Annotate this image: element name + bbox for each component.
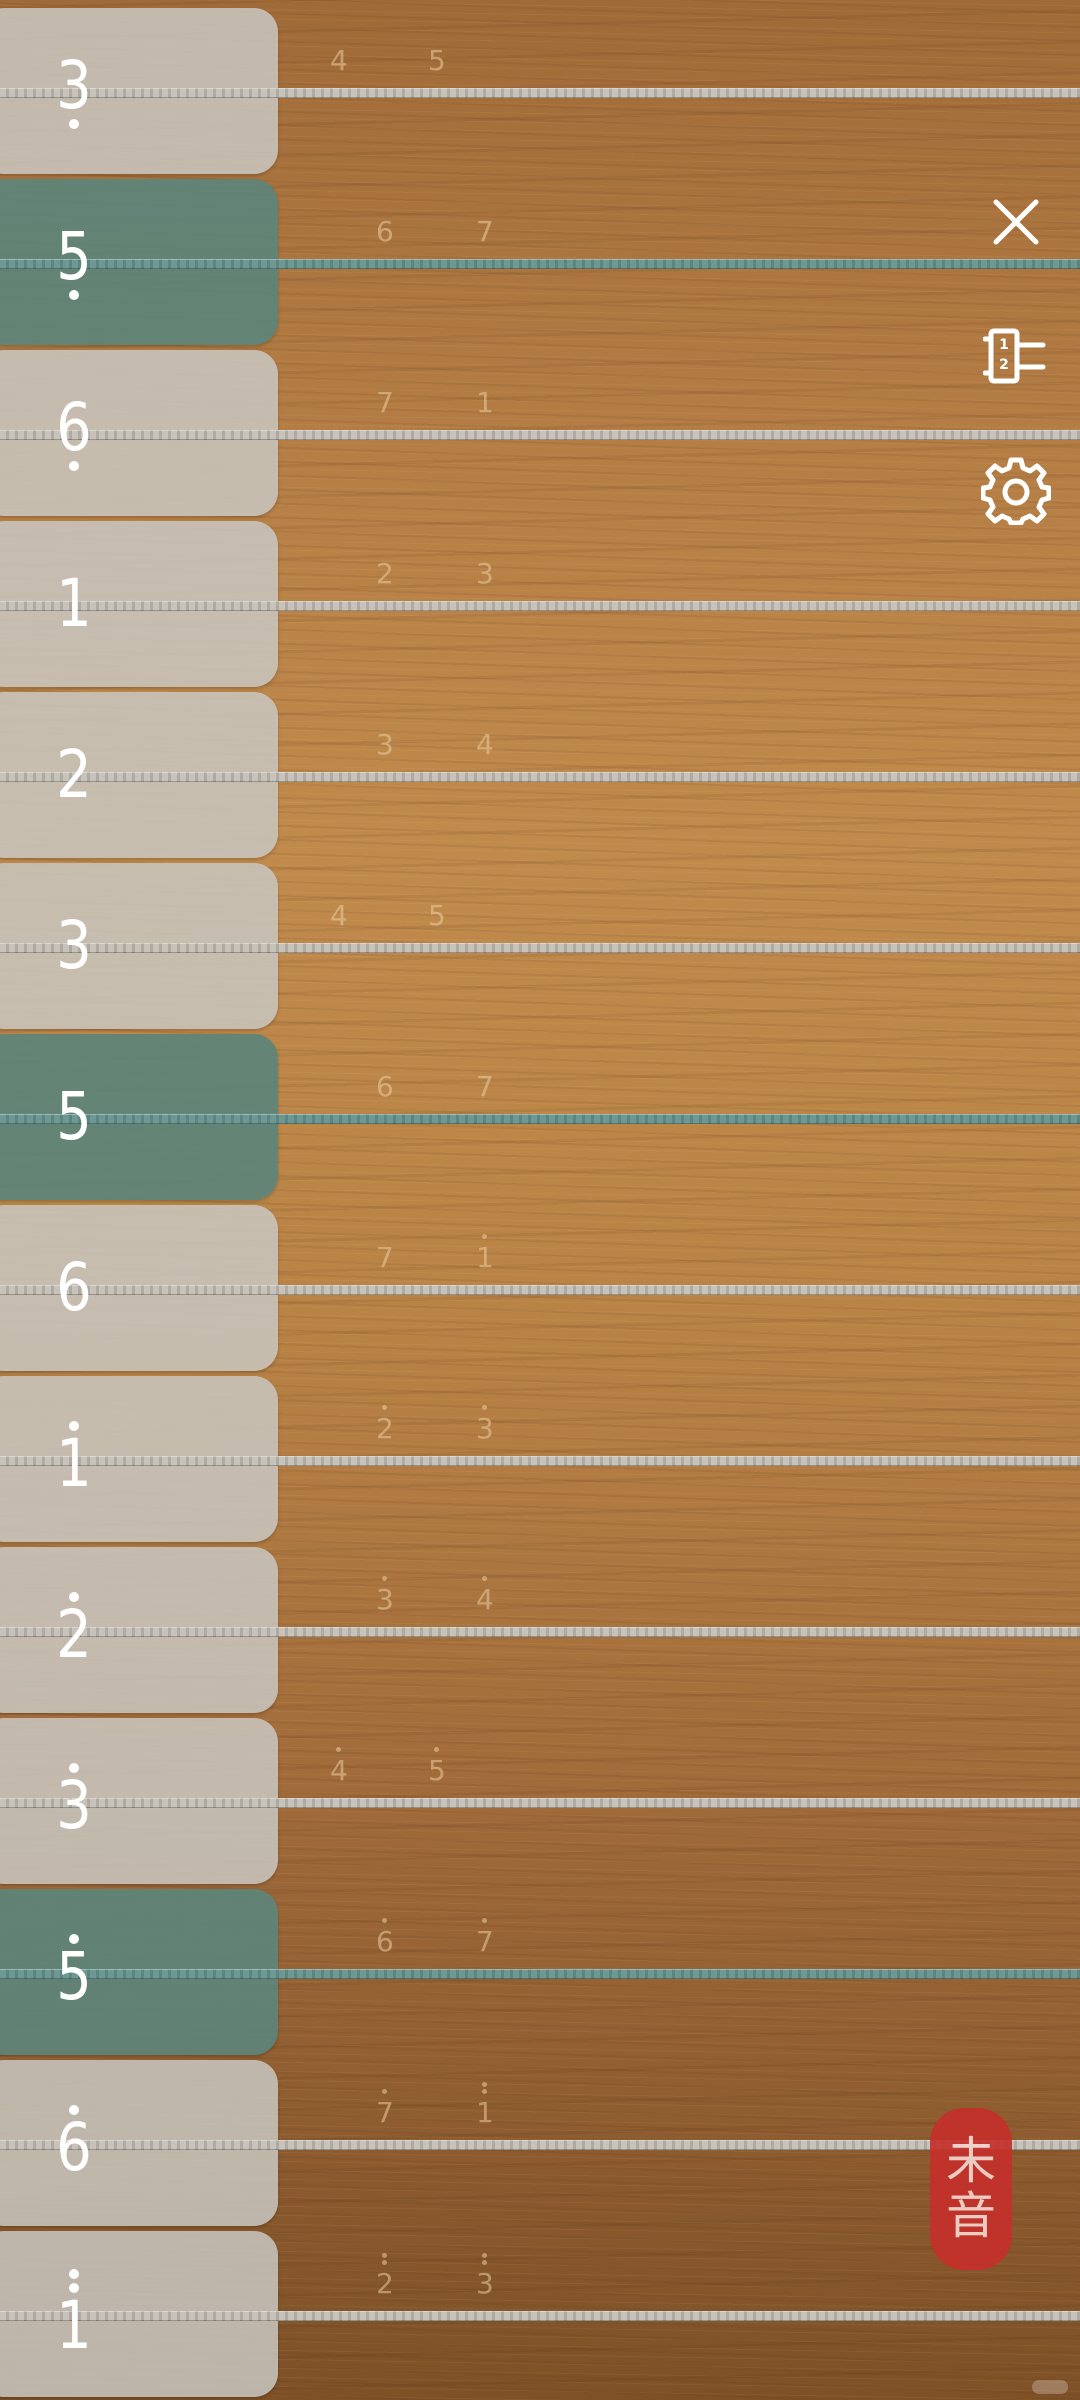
guzheng-string[interactable] bbox=[0, 1798, 1080, 1808]
note-number: 2 bbox=[56, 736, 92, 813]
guzheng-string[interactable] bbox=[0, 1285, 1080, 1295]
close-button[interactable] bbox=[976, 182, 1056, 262]
slide-hint-number: 7 bbox=[376, 2096, 394, 2129]
svg-text:2: 2 bbox=[999, 357, 1009, 373]
slide-hint-number: 7 bbox=[476, 1925, 494, 1958]
slide-hint: 2 bbox=[376, 557, 394, 590]
slide-hint-number: 4 bbox=[330, 1754, 348, 1787]
slide-hint-number: 7 bbox=[476, 1070, 494, 1103]
slide-hint: 6 bbox=[376, 1918, 394, 1958]
note-number: 2 bbox=[56, 1596, 92, 1673]
slide-hint-number: 6 bbox=[376, 1070, 394, 1103]
guzheng-string[interactable] bbox=[0, 772, 1080, 782]
slide-hint: 3 bbox=[476, 2253, 494, 2300]
gear-icon bbox=[981, 457, 1051, 525]
notation-button[interactable]: 1 2 bbox=[976, 316, 1056, 396]
slide-hint-number: 2 bbox=[376, 2267, 394, 2300]
slide-hint-number: 2 bbox=[376, 557, 394, 590]
slide-hint-number: 5 bbox=[428, 899, 446, 932]
slide-hint-number: 1 bbox=[476, 386, 494, 419]
slide-hint: 7 bbox=[376, 2089, 394, 2129]
slide-hint: 7 bbox=[476, 1918, 494, 1958]
guzheng-string[interactable] bbox=[0, 1627, 1080, 1637]
settings-button[interactable] bbox=[976, 450, 1056, 530]
octave-dot bbox=[69, 2269, 79, 2279]
slide-hint-number: 5 bbox=[428, 44, 446, 77]
slide-hint-number: 3 bbox=[376, 1583, 394, 1616]
slide-hint-number: 5 bbox=[428, 1754, 446, 1787]
guzheng-string[interactable] bbox=[0, 2311, 1080, 2321]
note-number: 5 bbox=[56, 1938, 92, 2015]
guzheng-string[interactable] bbox=[0, 88, 1080, 98]
slide-hint: 1 bbox=[476, 2082, 494, 2129]
slide-hint: 3 bbox=[476, 557, 494, 590]
slide-hint: 2 bbox=[376, 1405, 394, 1445]
note-number: 6 bbox=[56, 2109, 92, 2186]
slide-hint: 1 bbox=[476, 1234, 494, 1274]
guzheng-string[interactable] bbox=[0, 1114, 1080, 1124]
slide-hint: 4 bbox=[330, 1747, 348, 1787]
close-icon bbox=[993, 199, 1039, 245]
slide-hint: 5 bbox=[428, 1747, 446, 1787]
note-number: 6 bbox=[56, 1249, 92, 1326]
slide-hint-number: 3 bbox=[476, 2267, 494, 2300]
note-number: 3 bbox=[56, 1767, 92, 1844]
slide-hint: 7 bbox=[376, 386, 394, 419]
slide-hint: 7 bbox=[376, 1241, 394, 1274]
slide-hint-number: 3 bbox=[476, 557, 494, 590]
seal-stamp: 未 音 bbox=[930, 2108, 1012, 2270]
slide-hint-number: 4 bbox=[476, 1583, 494, 1616]
guzheng-string[interactable] bbox=[0, 943, 1080, 953]
slide-hint-number: 3 bbox=[376, 728, 394, 761]
note-number: 3 bbox=[56, 907, 92, 984]
slide-hint-number: 3 bbox=[476, 1412, 494, 1445]
slide-hint: 3 bbox=[376, 728, 394, 761]
seal-char-1: 未 bbox=[946, 2132, 996, 2190]
slide-hint: 5 bbox=[428, 899, 446, 932]
guzheng-string[interactable] bbox=[0, 430, 1080, 440]
slide-hint-number: 4 bbox=[476, 728, 494, 761]
slide-hint: 4 bbox=[476, 728, 494, 761]
slide-hint-number: 1 bbox=[476, 2096, 494, 2129]
guzheng-string[interactable] bbox=[0, 259, 1080, 269]
slide-hint: 7 bbox=[476, 1070, 494, 1103]
slide-hint-number: 7 bbox=[476, 215, 494, 248]
note-number: 6 bbox=[56, 389, 92, 466]
slide-hint: 3 bbox=[376, 1576, 394, 1616]
slide-hint-number: 6 bbox=[376, 215, 394, 248]
svg-text:1: 1 bbox=[999, 337, 1009, 353]
note-number: 1 bbox=[56, 565, 92, 642]
slide-hint: 4 bbox=[476, 1576, 494, 1616]
note-number: 5 bbox=[56, 1078, 92, 1155]
slide-hint-number: 7 bbox=[376, 1241, 394, 1274]
slide-hint: 6 bbox=[376, 1070, 394, 1103]
guzheng-string[interactable] bbox=[0, 1456, 1080, 1466]
guzheng-string[interactable] bbox=[0, 601, 1080, 611]
note-number: 5 bbox=[56, 218, 92, 295]
slide-hint-number: 4 bbox=[330, 44, 348, 77]
slide-hint-number: 4 bbox=[330, 899, 348, 932]
slide-hint-number: 1 bbox=[476, 1241, 494, 1274]
note-number: 3 bbox=[56, 47, 92, 124]
slide-hint: 2 bbox=[376, 2253, 394, 2300]
slide-hint: 4 bbox=[330, 44, 348, 77]
slide-hint-number: 2 bbox=[376, 1412, 394, 1445]
slide-hint: 3 bbox=[476, 1405, 494, 1445]
watermark bbox=[1032, 2380, 1068, 2394]
seal-char-2: 音 bbox=[946, 2187, 996, 2245]
slide-hint: 7 bbox=[476, 215, 494, 248]
slide-hint: 6 bbox=[376, 215, 394, 248]
note-number: 1 bbox=[56, 2287, 92, 2364]
numbered-notation-icon: 1 2 bbox=[983, 328, 1046, 384]
guzheng-string[interactable] bbox=[0, 2140, 1080, 2150]
slide-hint: 1 bbox=[476, 386, 494, 419]
guzheng-string[interactable] bbox=[0, 1969, 1080, 1979]
slide-hint: 5 bbox=[428, 44, 446, 77]
slide-hint: 4 bbox=[330, 899, 348, 932]
note-number: 1 bbox=[56, 1425, 92, 1502]
slide-hint-number: 7 bbox=[376, 386, 394, 419]
slide-hint-number: 6 bbox=[376, 1925, 394, 1958]
